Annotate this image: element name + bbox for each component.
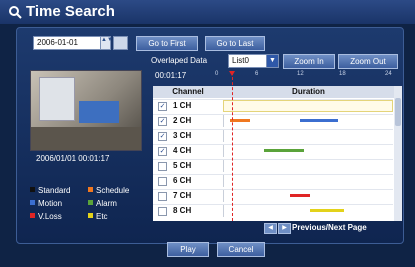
channel-row-2[interactable]: ✓ 2 CH bbox=[153, 114, 393, 127]
legend-alarm: Alarm bbox=[88, 199, 117, 208]
overlap-label: Overlaped Data bbox=[151, 56, 208, 65]
playhead-line bbox=[232, 72, 234, 221]
preview-floor bbox=[31, 127, 141, 150]
channel-label: 3 CH bbox=[173, 131, 192, 140]
legend-motion: Motion bbox=[30, 199, 62, 208]
checkbox[interactable] bbox=[158, 192, 167, 201]
zoom-out-button[interactable]: Zoom Out bbox=[338, 54, 398, 69]
legend-vloss: V.Loss bbox=[30, 212, 62, 221]
preview-object bbox=[79, 101, 119, 123]
legend-schedule: Schedule bbox=[88, 186, 129, 195]
vloss-swatch-icon bbox=[30, 213, 35, 218]
etc-swatch-icon bbox=[88, 213, 93, 218]
channel-row-3[interactable]: ✓ 3 CH bbox=[153, 129, 393, 142]
window-title: Time Search bbox=[26, 3, 115, 20]
date-field[interactable]: 2006-01-01 bbox=[33, 36, 102, 50]
ruler-tick: 12 bbox=[297, 71, 304, 77]
recording-segment[interactable] bbox=[290, 194, 310, 197]
page-label: Previous/Next Page bbox=[292, 223, 367, 232]
date-spin-button[interactable]: ▲▼ bbox=[100, 36, 113, 50]
channel-label: 6 CH bbox=[173, 176, 192, 185]
ruler-tick: 24 bbox=[385, 71, 392, 77]
timeline-current-time: 00:01:17 bbox=[155, 71, 187, 80]
video-preview bbox=[30, 70, 142, 151]
ruler-tick: 18 bbox=[339, 71, 346, 77]
schedule-swatch-icon bbox=[88, 187, 93, 192]
channel-grid: Channel Duration ✓ 1 CH ✓ 2 CH ✓ 3 CH ✓ … bbox=[153, 86, 402, 221]
legend: Standard Schedule Motion Alarm V.Loss Et… bbox=[30, 186, 150, 226]
legend-label: V.Loss bbox=[38, 212, 62, 221]
check-icon[interactable]: ✓ bbox=[158, 147, 167, 156]
legend-label: Standard bbox=[38, 186, 71, 195]
checkbox[interactable] bbox=[158, 177, 167, 186]
duration-header: Duration bbox=[223, 86, 394, 98]
timeline-ruler: 0 6 12 18 24 bbox=[213, 71, 399, 81]
recording-segment[interactable] bbox=[310, 209, 344, 212]
duration-track[interactable] bbox=[223, 145, 394, 157]
channel-label: 1 CH bbox=[173, 101, 192, 110]
legend-label: Schedule bbox=[96, 186, 130, 195]
motion-swatch-icon bbox=[30, 200, 35, 205]
calendar-icon[interactable] bbox=[113, 36, 128, 50]
chevron-down-icon[interactable]: ▼ bbox=[266, 54, 279, 68]
previous-page-button[interactable]: ◀ bbox=[264, 223, 277, 234]
channel-row-6[interactable]: 6 CH bbox=[153, 174, 393, 187]
ruler-tick: 0 bbox=[215, 71, 219, 77]
duration-track[interactable] bbox=[223, 115, 394, 127]
go-to-last-button[interactable]: Go to Last bbox=[205, 36, 265, 51]
preview-object bbox=[39, 77, 75, 121]
standard-swatch-icon bbox=[30, 187, 35, 192]
magnifier-icon bbox=[9, 6, 22, 19]
duration-track[interactable] bbox=[223, 205, 394, 217]
play-button[interactable]: Play bbox=[167, 242, 209, 257]
channel-row-5[interactable]: 5 CH bbox=[153, 159, 393, 172]
legend-label: Alarm bbox=[96, 199, 117, 208]
check-icon[interactable]: ✓ bbox=[158, 102, 167, 111]
alarm-swatch-icon bbox=[88, 200, 93, 205]
ruler-tick: 6 bbox=[255, 71, 259, 77]
overlap-select[interactable]: List0 bbox=[228, 54, 269, 68]
channel-row-8[interactable]: 8 CH bbox=[153, 204, 393, 217]
check-icon[interactable]: ✓ bbox=[158, 132, 167, 141]
channel-label: 8 CH bbox=[173, 206, 192, 215]
duration-track[interactable] bbox=[223, 160, 394, 172]
channel-row-1[interactable]: ✓ 1 CH bbox=[153, 99, 393, 112]
channel-row-4[interactable]: ✓ 4 CH bbox=[153, 144, 393, 157]
channel-label: 4 CH bbox=[173, 146, 192, 155]
legend-etc: Etc bbox=[88, 212, 108, 221]
preview-timestamp: 2006/01/01 00:01:17 bbox=[36, 154, 110, 163]
scrollbar-thumb[interactable] bbox=[395, 98, 401, 126]
go-to-first-button[interactable]: Go to First bbox=[136, 36, 198, 51]
checkbox[interactable] bbox=[158, 207, 167, 216]
recording-segment[interactable] bbox=[300, 119, 338, 122]
grid-scrollbar[interactable] bbox=[394, 86, 402, 221]
duration-track[interactable] bbox=[223, 130, 394, 142]
channel-label: 2 CH bbox=[173, 116, 192, 125]
zoom-in-button[interactable]: Zoom In bbox=[283, 54, 335, 69]
channel-label: 5 CH bbox=[173, 161, 192, 170]
channel-header: Channel bbox=[153, 86, 223, 98]
title-bar: Time Search bbox=[0, 0, 415, 24]
recording-segment[interactable] bbox=[264, 149, 304, 152]
next-page-button[interactable]: ▶ bbox=[278, 223, 291, 234]
duration-track[interactable] bbox=[223, 175, 394, 187]
legend-standard: Standard bbox=[30, 186, 70, 195]
check-icon[interactable]: ✓ bbox=[158, 117, 167, 126]
channel-row-7[interactable]: 7 CH bbox=[153, 189, 393, 202]
checkbox[interactable] bbox=[158, 162, 167, 171]
duration-track[interactable] bbox=[223, 190, 394, 202]
duration-track[interactable] bbox=[223, 100, 393, 112]
channel-label: 7 CH bbox=[173, 191, 192, 200]
cancel-button[interactable]: Cancel bbox=[217, 242, 265, 257]
legend-label: Etc bbox=[96, 212, 108, 221]
legend-label: Motion bbox=[38, 199, 63, 208]
